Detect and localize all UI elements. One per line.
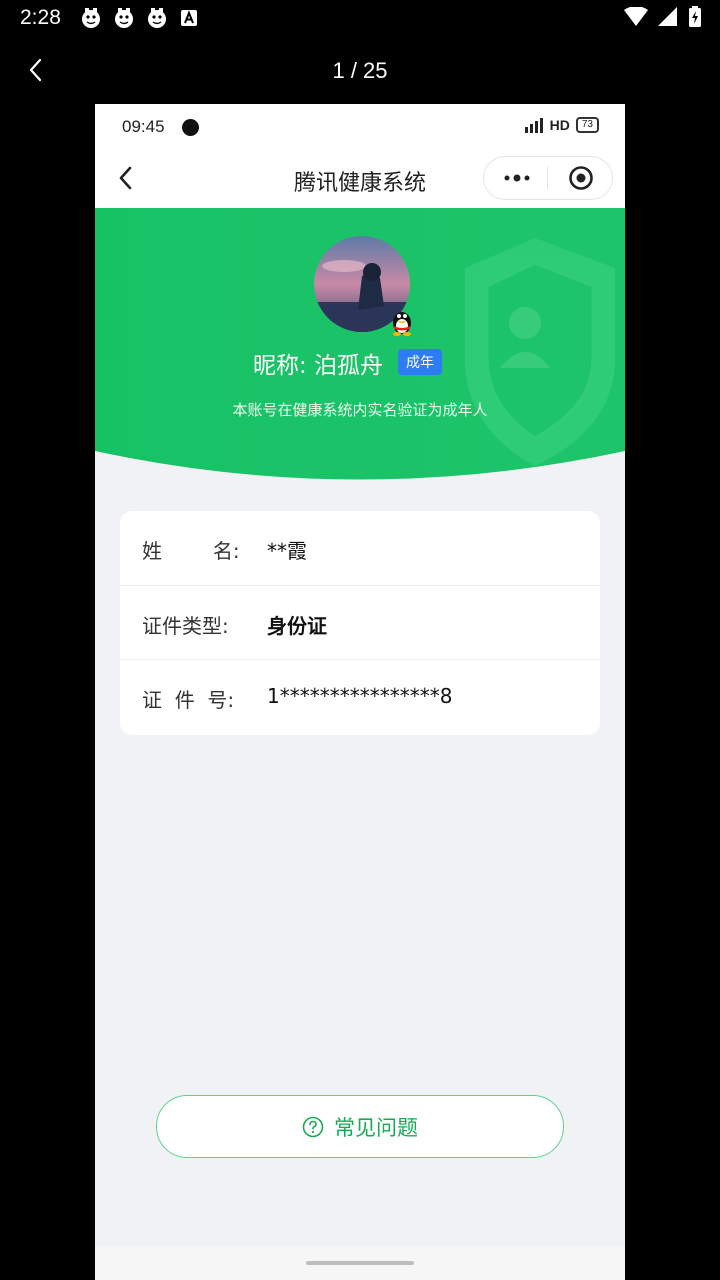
faq-content: 常见问题 [157, 1112, 563, 1142]
close-target-icon[interactable] [568, 165, 594, 191]
network-label: HD [549, 117, 570, 133]
info-row-name: 姓 名: **霞 [120, 511, 600, 585]
help-question-icon [302, 1116, 324, 1138]
info-row-id-type: 证件类型: 身份证 [120, 585, 600, 660]
more-icon[interactable] [502, 169, 532, 187]
info-label: 姓 名: [142, 539, 240, 563]
faq-label: 常见问题 [334, 1116, 418, 1140]
gesture-bar [95, 1247, 625, 1280]
notification-app-icon [115, 8, 133, 28]
info-label: 证 件 号: [142, 688, 235, 712]
battery-charging-icon [689, 6, 701, 27]
info-value: 身份证 [267, 614, 327, 638]
faq-button[interactable]: 常见问题 [156, 1095, 564, 1158]
adult-badge: 成年 [398, 349, 442, 375]
capsule-divider [547, 167, 548, 189]
notification-app-icon [148, 8, 166, 28]
notification-app-icon [82, 8, 100, 28]
mini-program-navbar: 腾讯健康系统 [95, 150, 625, 208]
info-value: **霞 [267, 539, 307, 563]
a-icon [181, 10, 197, 26]
info-value: 1****************8 [267, 684, 453, 708]
signal-icon [658, 7, 677, 26]
identity-info-card: 姓 名: **霞 证件类型: 身份证 证 件 号: 1*************… [120, 511, 600, 735]
info-row-id-number: 证 件 号: 1****************8 [120, 659, 600, 734]
inner-status-bar: 09:45 HD 73 [95, 104, 625, 150]
inner-indicators: HD 73 [524, 117, 599, 133]
nickname: 昵称: 泊孤舟 [253, 353, 384, 379]
inner-time: 09:45 [122, 117, 165, 136]
image-counter: 1 / 25 [332, 58, 388, 83]
mini-program-capsule [483, 156, 613, 200]
wifi-icon [624, 7, 648, 26]
battery-level: 73 [575, 117, 599, 133]
signal-5g-icon [524, 118, 543, 133]
home-indicator[interactable] [306, 1261, 414, 1265]
profile-header: 昵称: 泊孤舟 成年 本账号在健康系统内实名验证为成年人 [95, 208, 625, 480]
recording-dot-icon [182, 119, 199, 136]
screenshot-content: 09:45 HD 73 腾讯健康系统 昵称: 泊孤舟 成年 本账号在健康系统内实… [95, 104, 625, 1280]
system-time: 2:28 [20, 6, 61, 29]
system-status-bar: 2:28 [0, 0, 720, 36]
verification-note: 本账号在健康系统内实名验证为成年人 [232, 401, 488, 419]
info-label: 证件类型: [142, 614, 229, 638]
qq-penguin-icon [393, 312, 411, 336]
system-indicators [624, 6, 702, 28]
